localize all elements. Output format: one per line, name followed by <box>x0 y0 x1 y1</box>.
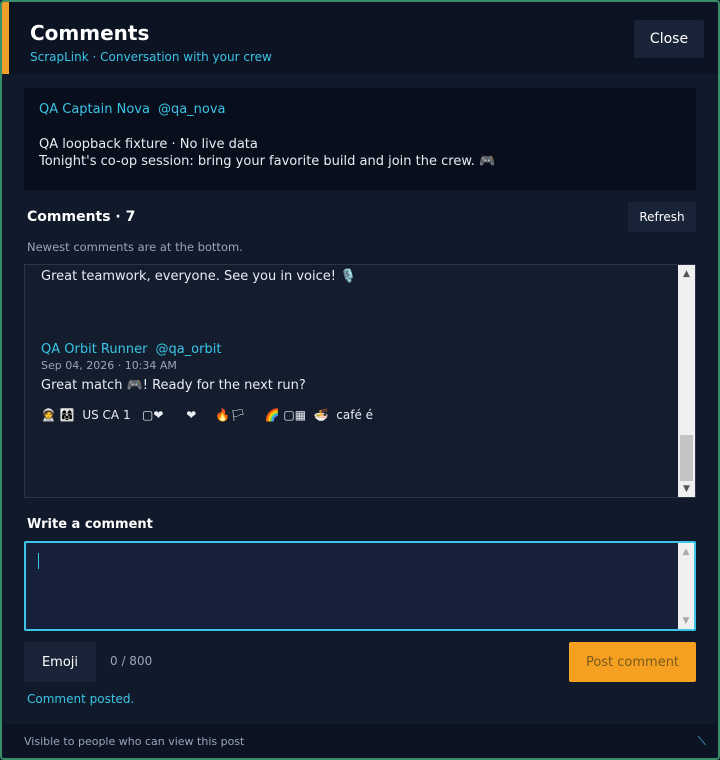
input-scroll-down-icon[interactable]: ▼ <box>678 612 694 629</box>
post-author[interactable]: QA Captain Nova @qa_nova <box>39 102 226 117</box>
comment-author-handle: @qa_orbit <box>155 342 222 357</box>
scroll-thumb[interactable] <box>680 435 693 481</box>
comment-emoji-row: 🧑‍🚀 👩‍👩‍👧 US CA 1 ▢❤ ❤ 🔥🏳 🌈 ▢▦ 🍜 café é <box>41 408 374 422</box>
visibility-note: Visible to people who can view this post <box>24 735 245 748</box>
comment-text: Great match 🎮! Ready for the next run? <box>41 378 306 393</box>
comments-hint: Newest comments are at the bottom. <box>27 240 243 254</box>
post-body: Tonight's co-op session: bring your favo… <box>39 154 496 169</box>
scroll-down-icon[interactable]: ▼ <box>678 480 695 497</box>
input-scrollbar[interactable]: ▲ ▼ <box>678 543 694 629</box>
post-card: QA Captain Nova @qa_nova QA loopback fixt… <box>24 88 696 190</box>
page-title: Comments <box>30 21 150 45</box>
input-scroll-up-icon[interactable]: ▲ <box>678 543 694 560</box>
close-button[interactable]: Close <box>634 20 704 58</box>
post-fixture-note: QA loopback fixture · No live data <box>39 137 258 152</box>
comment-date: Sep 04, 2026 · 10:34 AM <box>41 359 177 372</box>
emoji-button[interactable]: Emoji <box>24 642 96 682</box>
comment-author[interactable]: QA Orbit Runner @qa_orbit <box>41 342 221 357</box>
comments-list[interactable]: Great teamwork, everyone. See you in voi… <box>24 264 696 498</box>
status-message: Comment posted. <box>27 692 135 706</box>
header: Comments ScrapLink · Conversation with y… <box>2 2 718 74</box>
char-count: 0 / 800 <box>110 654 153 668</box>
post-author-handle: @qa_nova <box>157 102 226 117</box>
post-comment-button[interactable]: Post comment <box>569 642 696 682</box>
comment-author-name: QA Orbit Runner <box>41 342 148 357</box>
comments-scrollbar[interactable]: ▲ ▼ <box>678 265 695 497</box>
accent-bar <box>2 2 9 74</box>
comments-count-heading: Comments · 7 <box>27 209 136 225</box>
footer: Visible to people who can view this post… <box>2 724 718 758</box>
comment-input[interactable]: ▲ ▼ <box>24 541 696 631</box>
resize-handle-icon[interactable]: ⟍ <box>698 734 706 749</box>
scroll-up-icon[interactable]: ▲ <box>678 265 695 282</box>
write-comment-label: Write a comment <box>27 517 153 532</box>
comment-text-partial: Great teamwork, everyone. See you in voi… <box>41 269 357 284</box>
comments-window: Comments ScrapLink · Conversation with y… <box>0 0 720 760</box>
post-author-name: QA Captain Nova <box>39 102 150 117</box>
refresh-button[interactable]: Refresh <box>628 202 696 232</box>
text-caret <box>38 553 39 569</box>
page-subtitle: ScrapLink · Conversation with your crew <box>30 50 272 64</box>
